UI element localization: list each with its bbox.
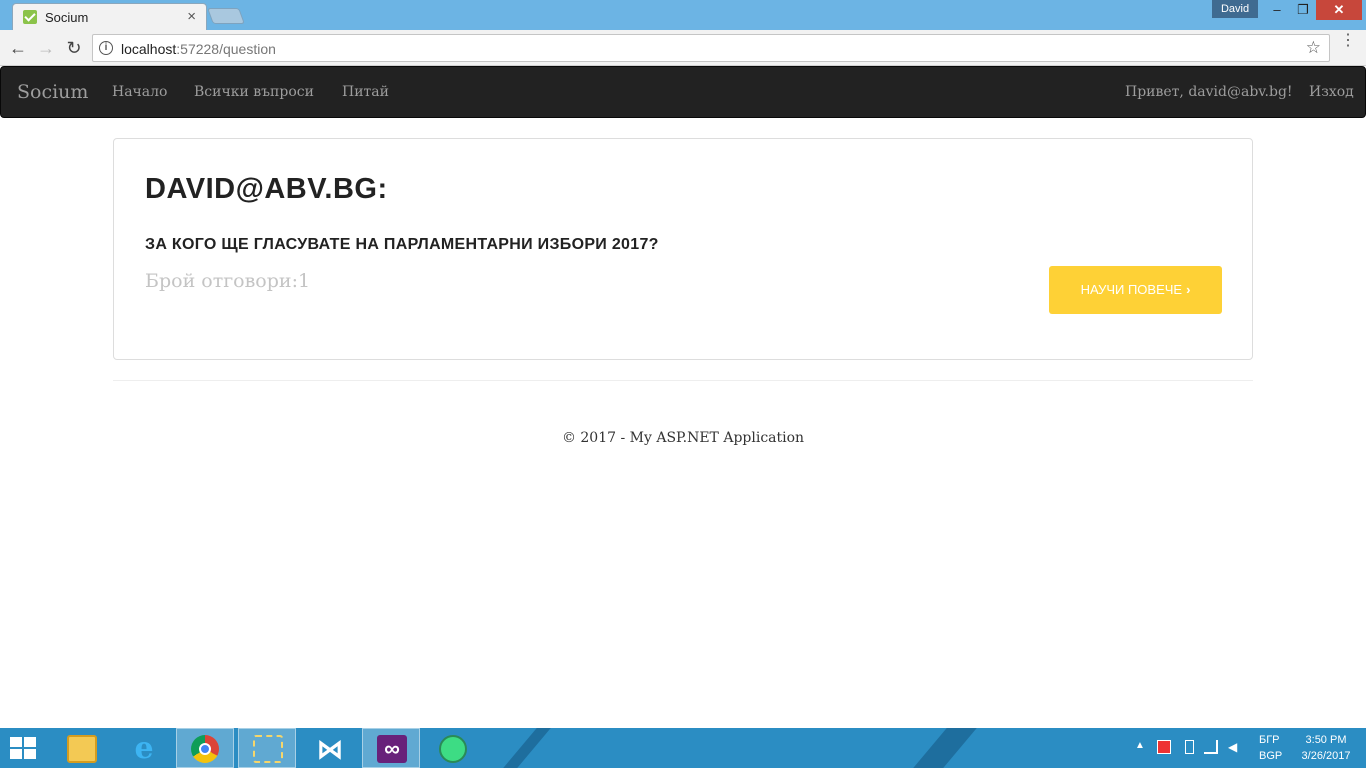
snipping-tool-icon xyxy=(253,735,283,763)
browser-titlebar: Socium × David – ❐ ✕ xyxy=(0,0,1366,30)
chrome-icon[interactable] xyxy=(176,728,234,768)
minimize-button[interactable]: – xyxy=(1264,0,1290,20)
maximize-button[interactable]: ❐ xyxy=(1290,0,1316,20)
taskbar-decor xyxy=(494,728,560,768)
start-pane xyxy=(10,749,22,759)
visual-studio-icon[interactable]: ∞ xyxy=(362,728,420,768)
tool-icon[interactable] xyxy=(238,728,296,768)
network-icon[interactable] xyxy=(1204,740,1218,754)
favicon-icon xyxy=(23,10,37,24)
android-studio-logo-icon xyxy=(439,735,467,763)
start-pane xyxy=(24,749,36,759)
url-host: localhost xyxy=(121,41,177,57)
chrome-center xyxy=(199,743,211,755)
tray-expand-icon[interactable]: ▲ xyxy=(1135,740,1145,751)
taskbar: e ⋈ ∞ ▲ ◀ БГР BGP 3:50 PM 3/26/2017 xyxy=(0,728,1366,768)
footer-text: © 2017 - My ASP.NET Application xyxy=(561,430,805,446)
start-icon[interactable] xyxy=(10,737,36,759)
nav-link-home[interactable]: Начало xyxy=(112,84,167,100)
file-explorer-icon[interactable] xyxy=(52,728,110,768)
chrome-logo-icon xyxy=(191,735,219,763)
vscode-logo-icon: ⋈ xyxy=(317,734,343,764)
new-tab-button[interactable] xyxy=(207,8,245,24)
vscode-icon[interactable]: ⋈ xyxy=(300,728,358,768)
tab-close-icon[interactable]: × xyxy=(187,8,196,25)
question-card: DAVID@ABV.BG: ЗА КОГО ЩЕ ГЛАСУВАТЕ НА ПА… xyxy=(113,138,1253,360)
language-indicator[interactable]: БГР BGP xyxy=(1259,732,1282,764)
forward-arrow-icon[interactable]: → xyxy=(34,36,58,60)
back-arrow-icon[interactable]: ← xyxy=(6,36,30,60)
android-studio-icon[interactable] xyxy=(424,728,482,768)
user-greeting-link[interactable]: Привет, david@abv.bg! xyxy=(1125,84,1293,100)
clock-time: 3:50 PM xyxy=(1305,734,1347,746)
browser-tab[interactable]: Socium × xyxy=(12,3,207,30)
language-top: БГР xyxy=(1259,734,1280,746)
site-navbar: Socium Начало Всички въпроси Питай Приве… xyxy=(0,66,1366,118)
battery-icon[interactable] xyxy=(1185,740,1194,754)
start-pane xyxy=(10,737,22,747)
browser-menu-icon[interactable]: ⋮ xyxy=(1340,33,1356,49)
taskbar-decor xyxy=(904,728,986,768)
clock-date: 3/26/2017 xyxy=(1301,750,1351,762)
answers-count: Брой отговори:1 xyxy=(145,270,311,292)
volume-icon[interactable]: ◀ xyxy=(1228,740,1242,754)
folder-icon xyxy=(67,735,97,763)
nav-link-all-questions[interactable]: Всички въпроси xyxy=(194,84,314,100)
system-clock[interactable]: 3:50 PM 3/26/2017 xyxy=(1296,732,1356,764)
reload-icon[interactable]: ↻ xyxy=(62,36,86,60)
action-center-icon[interactable] xyxy=(1157,740,1171,754)
ie-logo-icon: e xyxy=(134,731,154,766)
info-icon[interactable]: i xyxy=(99,41,113,55)
learn-more-button[interactable]: НАУЧИ ПОВЕЧЕ › xyxy=(1049,266,1222,314)
chevron-right-icon: › xyxy=(1186,282,1191,297)
tab-title: Socium xyxy=(45,10,89,25)
language-bottom: BGP xyxy=(1259,750,1283,762)
close-window-button[interactable]: ✕ xyxy=(1316,0,1362,20)
vs-logo-icon: ∞ xyxy=(377,735,407,763)
address-bar[interactable]: i localhost:57228/question ☆ xyxy=(92,34,1330,62)
bookmark-star-icon[interactable]: ☆ xyxy=(1306,38,1321,58)
nav-link-ask[interactable]: Питай xyxy=(342,84,389,100)
divider xyxy=(113,380,1253,381)
logout-link[interactable]: Изход xyxy=(1309,84,1354,100)
start-pane xyxy=(24,737,36,747)
url-text[interactable]: localhost:57228/question xyxy=(121,41,276,57)
learn-more-label: НАУЧИ ПОВЕЧЕ xyxy=(1080,282,1183,297)
profile-badge[interactable]: David xyxy=(1212,0,1258,18)
internet-explorer-icon[interactable]: e xyxy=(114,728,172,768)
question-author: DAVID@ABV.BG: xyxy=(145,173,388,205)
browser-toolbar: ← → ↻ i localhost:57228/question ☆ ⋮ xyxy=(0,30,1366,66)
url-path: :57228/question xyxy=(176,41,276,57)
question-title: ЗА КОГО ЩЕ ГЛАСУВАТЕ НА ПАРЛАМЕНТАРНИ ИЗ… xyxy=(145,236,659,253)
brand-link[interactable]: Socium xyxy=(17,81,88,103)
